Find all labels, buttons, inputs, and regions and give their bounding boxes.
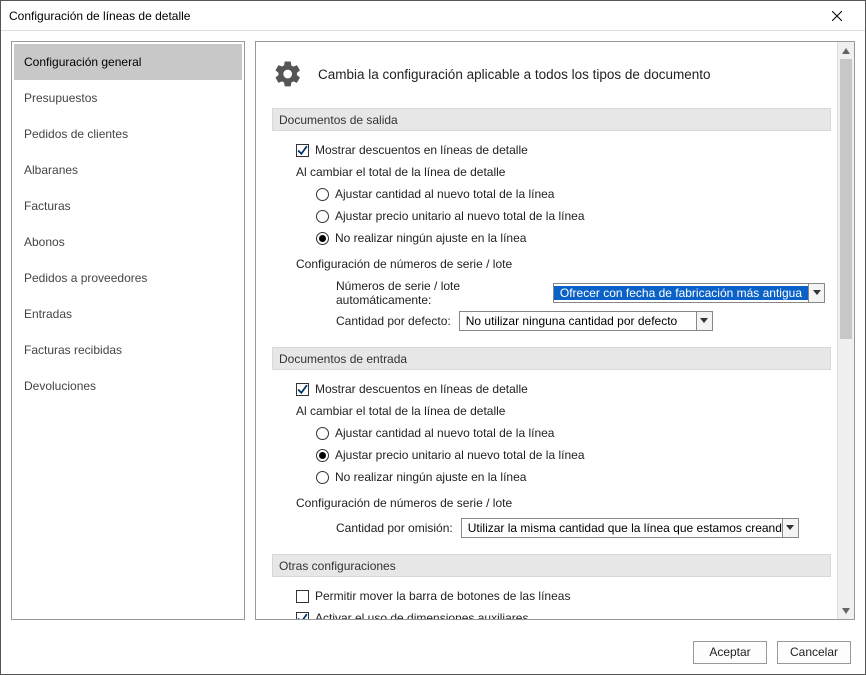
checkbox-dimensiones-aux[interactable] [296,612,309,620]
sidebar-item-label: Facturas [24,199,71,213]
main-content: Cambia la configuración aplicable a todo… [256,42,837,619]
sidebar-item-pedidos-proveedores[interactable]: Pedidos a proveedores [14,260,242,296]
sidebar-item-facturas[interactable]: Facturas [14,188,242,224]
dropdown-value: Ofrecer con fecha de fabricación más ant… [554,286,808,300]
checkbox-label: Mostrar descuentos en líneas de detalle [315,143,528,157]
group-label: Configuración de números de serie / lote [296,257,512,271]
button-label: Aceptar [709,645,750,659]
sidebar-item-abonos[interactable]: Abonos [14,224,242,260]
section-entrada: Mostrar descuentos en líneas de detalle … [272,370,831,554]
field-label: Cantidad por omisión: [336,521,453,535]
section-band-otras: Otras configuraciones [272,554,831,577]
group-label: Al cambiar el total de la línea de detal… [296,165,505,179]
radio-label: No realizar ningún ajuste en la línea [335,470,526,484]
radio-ajustar-precio-entrada[interactable] [316,449,329,462]
sidebar-item-label: Presupuestos [24,91,97,105]
radio-label: Ajustar cantidad al nuevo total de la lí… [335,187,554,201]
close-icon [832,11,842,21]
gear-icon [272,58,304,90]
sidebar-item-label: Devoluciones [24,379,96,393]
radio-ajustar-cantidad-entrada[interactable] [316,427,329,440]
main-panel: Cambia la configuración aplicable a todo… [255,41,855,620]
sidebar-item-label: Entradas [24,307,72,321]
vertical-scrollbar[interactable] [837,42,854,619]
scroll-down-icon[interactable] [838,602,855,619]
chevron-down-icon [782,519,798,537]
sidebar-item-label: Albaranes [24,163,78,177]
section-salida: Mostrar descuentos en líneas de detalle … [272,131,831,347]
sidebar-item-devoluciones[interactable]: Devoluciones [14,368,242,404]
sidebar-item-label: Abonos [24,235,65,249]
window-title: Configuración de líneas de detalle [9,9,817,23]
titlebar: Configuración de líneas de detalle [1,1,865,31]
sidebar-item-facturas-recibidas[interactable]: Facturas recibidas [14,332,242,368]
sidebar-item-pedidos-clientes[interactable]: Pedidos de clientes [14,116,242,152]
sidebar-item-presupuestos[interactable]: Presupuestos [14,80,242,116]
sidebar-item-label: Pedidos a proveedores [24,271,147,285]
checkbox-label: Mostrar descuentos en líneas de detalle [315,382,528,396]
radio-label: No realizar ningún ajuste en la línea [335,231,526,245]
scroll-thumb[interactable] [840,59,852,339]
group-label: Configuración de números de serie / lote [296,496,512,510]
section-band-entrada: Documentos de entrada [272,347,831,370]
close-button[interactable] [817,2,857,30]
dropdown-cantidad-omision[interactable]: Utilizar la misma cantidad que la línea … [461,518,799,538]
ok-button[interactable]: Aceptar [693,641,767,664]
radio-ajustar-precio-salida[interactable] [316,210,329,223]
radio-label: Ajustar cantidad al nuevo total de la lí… [335,426,554,440]
sidebar: Configuración general Presupuestos Pedid… [11,41,245,620]
dropdown-cantidad-defecto[interactable]: No utilizar ninguna cantidad por defecto [459,311,713,331]
chevron-down-icon [696,312,712,330]
scroll-up-icon[interactable] [838,42,855,59]
dialog-footer: Aceptar Cancelar [1,630,865,674]
section-title: Documentos de salida [279,113,398,127]
checkbox-label: Permitir mover la barra de botones de la… [315,589,570,603]
radio-label: Ajustar precio unitario al nuevo total d… [335,209,585,223]
sidebar-item-general[interactable]: Configuración general [14,44,242,80]
scroll-track[interactable] [838,59,854,602]
dialog-body: Configuración general Presupuestos Pedid… [1,31,865,630]
chevron-down-icon [808,284,824,302]
sidebar-item-entradas[interactable]: Entradas [14,296,242,332]
sidebar-item-label: Facturas recibidas [24,343,122,357]
sidebar-item-label: Pedidos de clientes [24,127,128,141]
field-label: Números de serie / lote automáticamente: [336,279,545,307]
dropdown-value: No utilizar ninguna cantidad por defecto [460,314,696,328]
radio-no-ajuste-entrada[interactable] [316,471,329,484]
section-title: Documentos de entrada [279,352,407,366]
section-otras: Permitir mover la barra de botones de la… [272,577,831,619]
checkbox-label: Activar el uso de dimensiones auxiliares [315,611,528,619]
radio-label: Ajustar precio unitario al nuevo total d… [335,448,585,462]
checkbox-mostrar-descuentos-salida[interactable] [296,144,309,157]
radio-no-ajuste-salida[interactable] [316,232,329,245]
sidebar-item-albaranes[interactable]: Albaranes [14,152,242,188]
section-band-salida: Documentos de salida [272,108,831,131]
radio-ajustar-cantidad-salida[interactable] [316,188,329,201]
dropdown-value: Utilizar la misma cantidad que la línea … [462,521,782,535]
checkbox-permitir-mover-barra[interactable] [296,590,309,603]
field-label: Cantidad por defecto: [336,314,451,328]
button-label: Cancelar [790,645,838,659]
sidebar-item-label: Configuración general [24,55,141,69]
main-inner: Cambia la configuración aplicable a todo… [256,42,854,619]
page-header: Cambia la configuración aplicable a todo… [272,58,831,90]
checkbox-mostrar-descuentos-entrada[interactable] [296,383,309,396]
group-label: Al cambiar el total de la línea de detal… [296,404,505,418]
section-title: Otras configuraciones [279,559,396,573]
dialog-window: Configuración de líneas de detalle Confi… [0,0,866,675]
cancel-button[interactable]: Cancelar [777,641,851,664]
dropdown-serie-auto[interactable]: Ofrecer con fecha de fabricación más ant… [553,283,825,303]
page-heading: Cambia la configuración aplicable a todo… [318,67,711,82]
